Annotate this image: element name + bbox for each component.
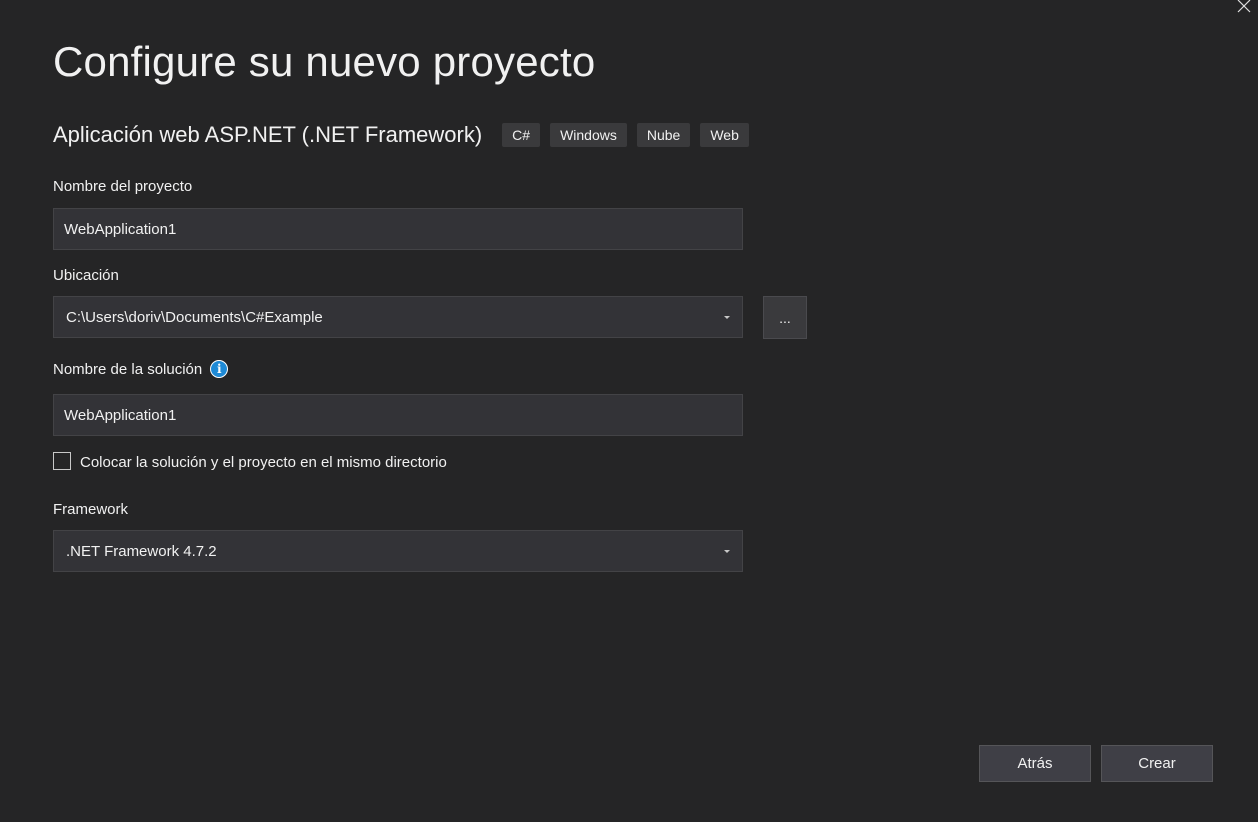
info-icon[interactable]: i [210, 360, 229, 378]
framework-value: .NET Framework 4.7.2 [66, 542, 217, 560]
project-name-label: Nombre del proyecto [53, 178, 193, 195]
create-button[interactable]: Crear [1101, 745, 1213, 782]
chevron-down-icon [724, 315, 730, 319]
project-name-input[interactable] [53, 208, 743, 250]
same-directory-label: Colocar la solución y el proyecto en el … [80, 454, 447, 471]
close-icon [1237, 0, 1251, 13]
tag-cloud: Nube [636, 123, 691, 147]
location-combobox[interactable]: C:\Users\doriv\Documents\C#Example [53, 296, 743, 338]
framework-label: Framework [53, 501, 129, 518]
page-title: Configure su nuevo proyecto [53, 38, 596, 85]
chevron-down-icon [724, 549, 730, 553]
back-button[interactable]: Atrás [979, 745, 1091, 782]
tag-web: Web [700, 123, 749, 147]
location-value: C:\Users\doriv\Documents\C#Example [66, 308, 323, 326]
framework-combobox[interactable]: .NET Framework 4.7.2 [53, 530, 743, 572]
close-button[interactable] [1234, 0, 1254, 16]
same-directory-checkbox[interactable] [53, 452, 71, 470]
solution-name-label: Nombre de la solución [53, 360, 203, 378]
solution-name-input[interactable] [53, 394, 743, 436]
template-info: Aplicación web ASP.NET (.NET Framework) … [53, 122, 759, 148]
browse-location-button[interactable]: ... [763, 296, 807, 339]
same-directory-option[interactable]: Colocar la solución y el proyecto en el … [53, 451, 447, 471]
solution-name-label-row: Nombre de la solución i [53, 360, 229, 378]
tag-language: C# [502, 123, 541, 147]
configure-project-dialog: Configure su nuevo proyecto Aplicación w… [0, 0, 1258, 822]
location-label: Ubicación [53, 267, 119, 284]
tag-platform: Windows [550, 123, 627, 147]
template-name: Aplicación web ASP.NET (.NET Framework) [53, 122, 483, 147]
